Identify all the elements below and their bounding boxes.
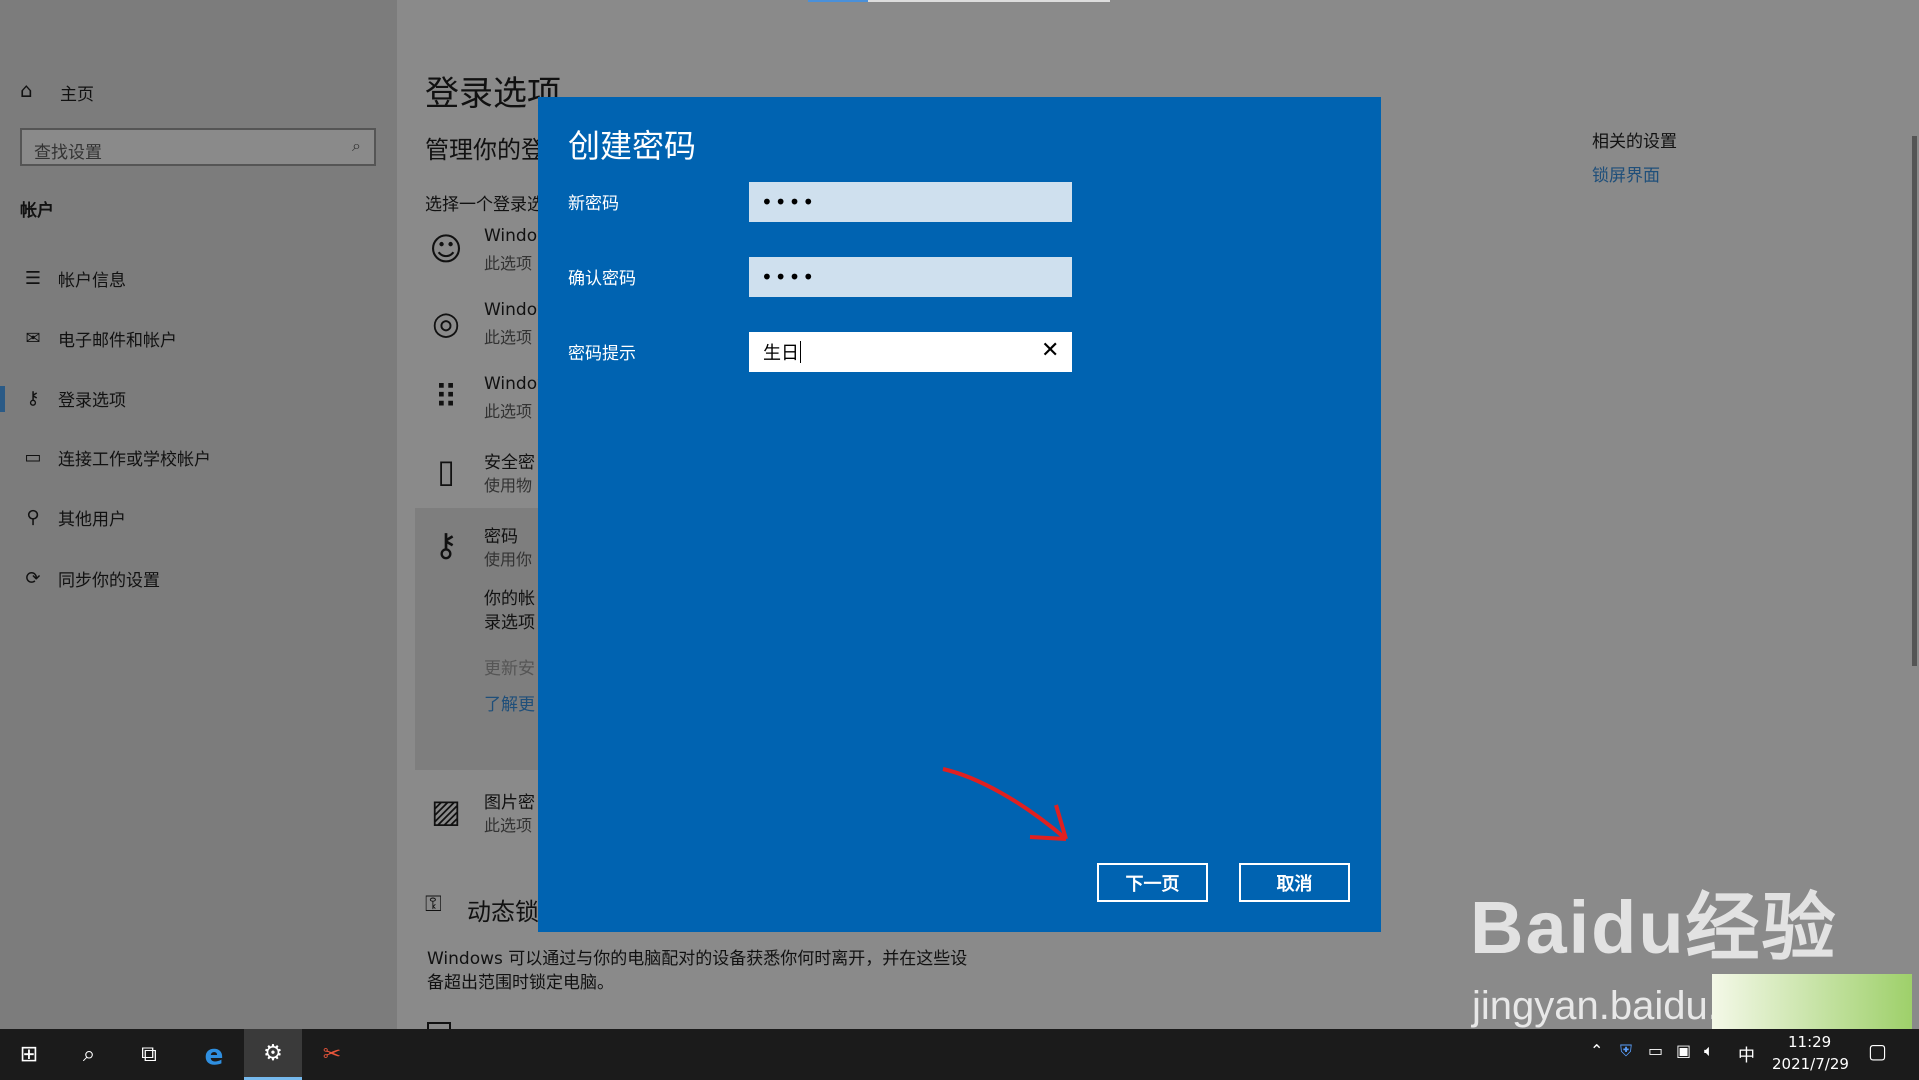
ime-toolbar-image [1712, 974, 1912, 1029]
create-password-dialog: 创建密码 新密码 •••• 确认密码 •••• 密码提示 生日 ✕ 下一页 取消 [538, 97, 1381, 932]
account-info-icon: ☰ [24, 267, 42, 289]
battery-icon[interactable]: ▭ [1648, 1041, 1663, 1060]
fingerprint-icon: ◎ [432, 304, 460, 342]
password-hint-label: 密码提示 [568, 344, 636, 364]
sidebar-item-label: 帐户信息 [58, 270, 126, 291]
option-desc: 使用你 [484, 550, 533, 569]
watermark-brand: Baidu经验 [1470, 886, 1838, 969]
dynamic-lock-title: 动态锁 [467, 898, 539, 926]
mail-icon: ✉ [25, 327, 41, 349]
sidebar-item-work-school[interactable]: ▭ 连接工作或学校帐户 [0, 437, 397, 477]
new-password-label: 新密码 [568, 194, 619, 214]
dialog-title: 创建密码 [568, 127, 697, 165]
sidebar-item-email[interactable]: ✉ 电子邮件和帐户 [0, 318, 397, 358]
option-desc: 此选项 [484, 328, 533, 347]
notification-icon[interactable]: ▢ [1868, 1039, 1887, 1063]
password-text-line2: 录选项 [484, 613, 535, 633]
sidebar-item-sync[interactable]: ⟳ 同步你的设置 [0, 558, 397, 598]
progress-indicator [808, 0, 868, 2]
sidebar-item-label: 电子邮件和帐户 [58, 330, 177, 351]
sidebar-item-other-users[interactable]: ⚲ 其他用户 [0, 497, 397, 537]
learn-more-link[interactable]: 了解更 [484, 690, 535, 715]
annotation-arrow [942, 767, 1068, 841]
option-windows-hello-pin[interactable]: ⠿ Window 此选项 [420, 374, 551, 424]
option-desc: 此选项 [484, 254, 533, 273]
usb-key-icon: ▯ [437, 452, 455, 490]
text-cursor [800, 341, 801, 363]
sidebar-item-account-info[interactable]: ☰ 帐户信息 [0, 258, 397, 298]
person-icon: ⚲ [26, 506, 40, 528]
sidebar-item-label: 登录选项 [58, 390, 126, 411]
volume-icon[interactable]: 🔈︎ [1704, 1041, 1714, 1061]
update-security-text: 更新安 [484, 659, 535, 679]
option-windows-hello-fingerprint[interactable]: ◎ Window 此选项 [420, 300, 551, 350]
clock-time[interactable]: 11:29 [1788, 1033, 1831, 1051]
start-icon[interactable]: ⊞ [0, 1029, 58, 1080]
picture-icon: ▨ [430, 792, 462, 830]
option-desc: 此选项 [484, 402, 533, 421]
option-title: 安全密 [484, 453, 535, 473]
taskbar: ⊞ ⌕ ⧉ e ⚙ ✂ ⌃ ⛨ ▭ ▣ 🔈︎ 中 11:29 2021/7/29… [0, 1029, 1919, 1080]
option-desc: 此选项 [484, 816, 533, 835]
task-view-icon[interactable]: ⧉ [120, 1029, 178, 1080]
sidebar: ⌂ 主页 查找设置 ⌕ 帐户 ☰ 帐户信息 ✉ 电子邮件和帐户 ⚷ 登录选项 ▭… [0, 0, 397, 1029]
password-text-line1: 你的帐 [484, 589, 535, 609]
option-title: 图片密 [484, 793, 535, 813]
show-hidden-icons[interactable]: ⌃ [1590, 1041, 1603, 1060]
ime-indicator[interactable]: 中 [1738, 1041, 1755, 1066]
related-settings-title: 相关的设置 [1592, 132, 1677, 152]
home-icon: ⌂ [20, 78, 33, 102]
sidebar-item-sign-in-options[interactable]: ⚷ 登录选项 [0, 378, 397, 418]
checkbox-partial[interactable] [427, 1022, 451, 1029]
settings-icon[interactable]: ⚙ [244, 1029, 302, 1080]
lock-screen-link[interactable]: 锁屏界面 [1592, 161, 1660, 186]
sync-icon: ⟳ [25, 567, 41, 589]
dynamic-lock-desc-1: Windows 可以通过与你的电脑配对的设备获悉你何时离开，并在这些设 [427, 949, 968, 969]
search-icon[interactable]: ⌕ [60, 1029, 118, 1080]
app-icon[interactable]: ✂ [303, 1029, 361, 1080]
password-hint-value: 生日 [763, 343, 799, 364]
search-input[interactable]: 查找设置 ⌕ [20, 128, 376, 166]
scrollbar[interactable] [1912, 136, 1917, 666]
edge-icon[interactable]: e [185, 1029, 243, 1080]
sidebar-item-label: 同步你的设置 [58, 570, 160, 591]
new-password-field[interactable]: •••• [749, 182, 1072, 222]
security-shield-icon[interactable]: ⛨ [1620, 1041, 1632, 1061]
next-button[interactable]: 下一页 [1097, 863, 1208, 902]
option-picture-password[interactable]: ▨ 图片密 此选项 [420, 788, 540, 838]
section-title: 帐户 [20, 201, 54, 221]
password-key-icon: ⚷ [434, 526, 458, 564]
progress-track [868, 0, 1110, 2]
option-desc: 使用物 [484, 476, 533, 495]
sidebar-item-label: 连接工作或学校帐户 [58, 449, 211, 470]
confirm-password-field[interactable]: •••• [749, 257, 1072, 297]
home-link[interactable]: 主页 [60, 80, 94, 105]
network-icon[interactable]: ▣ [1676, 1041, 1691, 1060]
key-icon: ⚷ [26, 387, 40, 409]
dynamic-lock-desc-2: 备超出范围时锁定电脑。 [427, 973, 614, 993]
clock-date[interactable]: 2021/7/29 [1772, 1055, 1849, 1073]
pin-keypad-icon: ⠿ [434, 378, 458, 416]
dynamic-lock-icon: ⚿ [425, 892, 442, 917]
sidebar-item-label: 其他用户 [58, 509, 126, 530]
choose-text: 选择一个登录选 [425, 195, 544, 215]
search-placeholder: 查找设置 [34, 143, 102, 163]
clear-icon[interactable]: ✕ [1041, 338, 1059, 363]
option-security-key[interactable]: ▯ 安全密 使用物 [420, 448, 540, 498]
briefcase-icon: ▭ [24, 446, 42, 468]
option-windows-hello-face[interactable]: ☺ Window 此选项 [420, 226, 551, 276]
search-icon: ⌕ [352, 136, 361, 155]
option-password[interactable]: ⚷ 密码 使用你 [420, 522, 540, 572]
password-hint-field[interactable]: 生日 ✕ [749, 332, 1072, 372]
confirm-password-label: 确认密码 [568, 269, 636, 289]
option-title: 密码 [484, 527, 518, 547]
face-icon: ☺ [429, 230, 463, 268]
cancel-button[interactable]: 取消 [1239, 863, 1350, 902]
